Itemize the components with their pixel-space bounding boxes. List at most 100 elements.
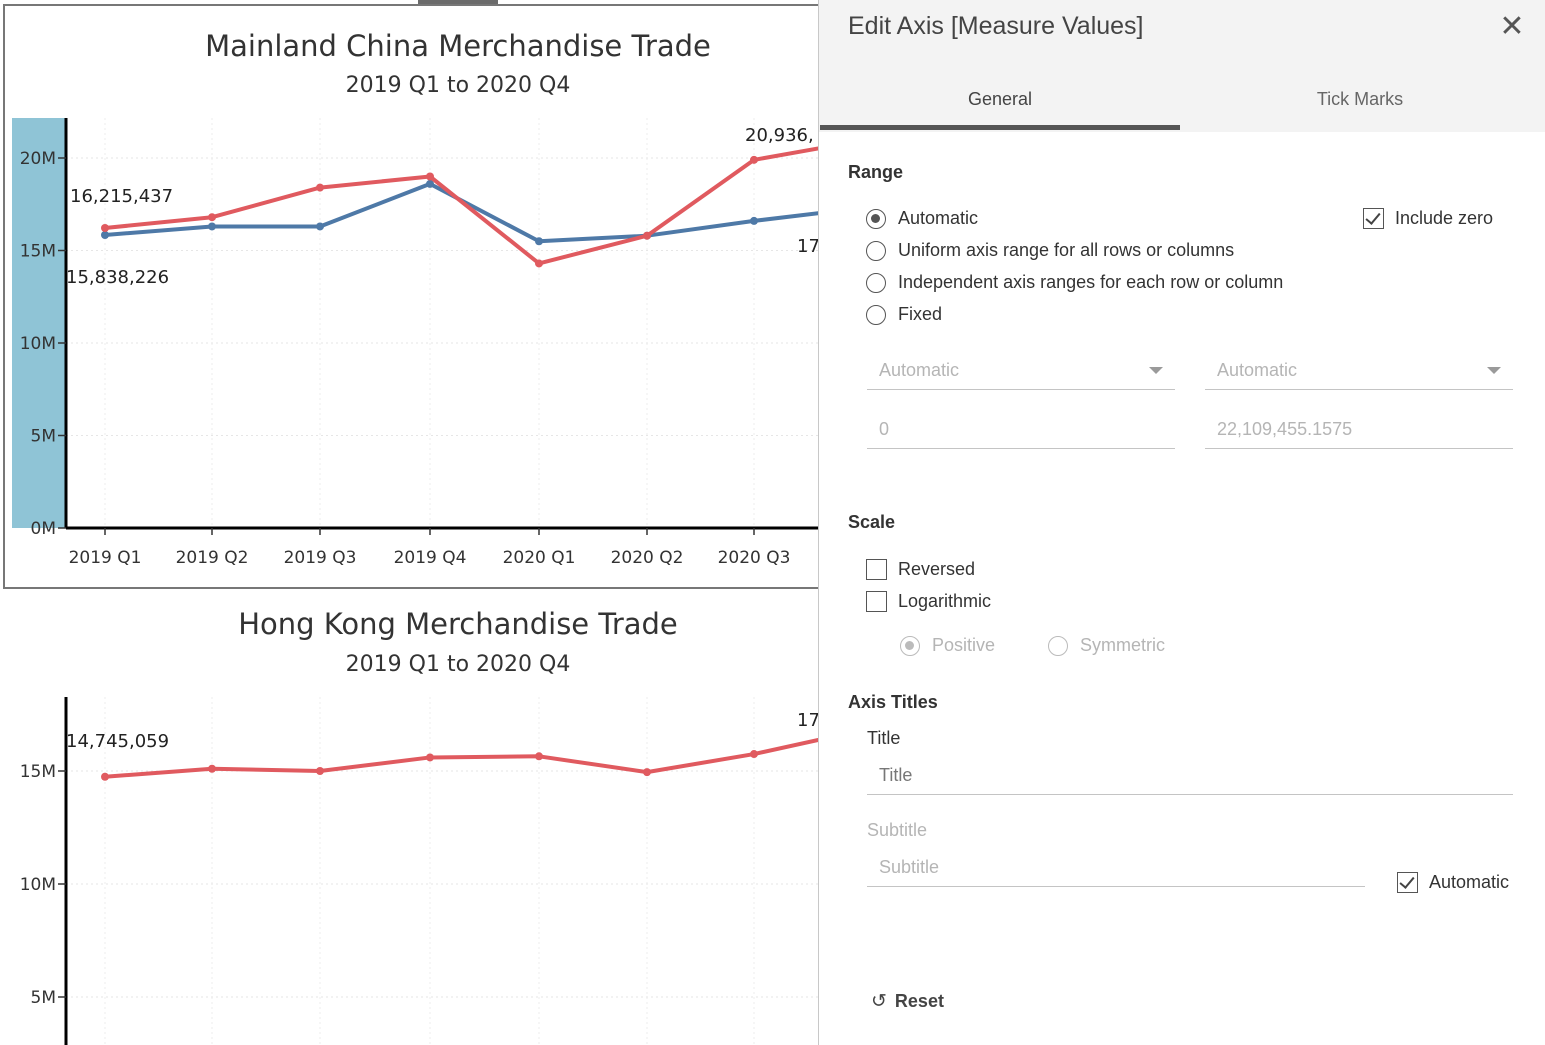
range-option-independent[interactable]: Independent axis ranges for each row or …	[866, 272, 1283, 293]
logarithmic-label: Logarithmic	[898, 591, 992, 611]
y-tick-label: 5M	[31, 988, 56, 1008]
data-point[interactable]	[426, 172, 434, 181]
range-end-mode-dropdown[interactable]: Automatic	[1205, 350, 1513, 390]
chart-subtitle: 2019 Q1 to 2020 Q4	[346, 652, 571, 677]
data-point[interactable]	[535, 752, 543, 761]
y-tick-label: 10M	[20, 334, 56, 354]
tab-general[interactable]: General	[820, 80, 1180, 130]
include-zero-label: Include zero	[1395, 208, 1494, 228]
subtitle-field[interactable]	[867, 847, 1365, 887]
log-symmetric-option[interactable]: Symmetric	[1048, 635, 1165, 656]
data-point[interactable]	[643, 231, 651, 240]
data-point[interactable]	[535, 237, 543, 246]
range-option-label: Uniform axis range for all rows or colum…	[898, 240, 1235, 260]
y-tick-label: 20M	[20, 149, 56, 169]
positive-label: Positive	[932, 635, 996, 655]
range-start-value-field[interactable]: 0	[867, 409, 1175, 449]
data-point[interactable]	[208, 764, 216, 773]
range-start-mode-value: Automatic	[879, 360, 960, 380]
checkbox-checked-icon[interactable]	[1397, 872, 1418, 893]
radio-selected-icon[interactable]	[866, 208, 886, 229]
checkbox-checked-icon[interactable]	[1363, 208, 1384, 229]
data-point[interactable]	[750, 155, 758, 164]
title-input[interactable]	[879, 765, 1482, 786]
range-option-label: Independent axis ranges for each row or …	[898, 272, 1284, 292]
radio-icon[interactable]	[866, 304, 886, 325]
axis-titles-section-label: Axis Titles	[848, 692, 938, 712]
range-start-mode-dropdown[interactable]: Automatic	[867, 350, 1175, 390]
data-point[interactable]	[750, 216, 758, 225]
data-point[interactable]	[316, 222, 324, 231]
chevron-down-icon	[1149, 367, 1163, 374]
x-tick-label: 2019 Q3	[284, 548, 357, 568]
tab-tick-marks[interactable]: Tick Marks	[1180, 80, 1540, 130]
checkbox-icon[interactable]	[866, 559, 887, 580]
x-tick-label: 2019 Q4	[394, 548, 467, 568]
symmetric-label: Symmetric	[1080, 635, 1165, 655]
range-option-fixed[interactable]: Fixed	[866, 304, 942, 325]
chart-title: Hong Kong Merchandise Trade	[238, 607, 678, 641]
data-point[interactable]	[101, 230, 109, 239]
chart-subtitle: 2019 Q1 to 2020 Q4	[346, 73, 571, 98]
radio-selected-icon[interactable]	[900, 635, 920, 656]
range-option-label: Automatic	[898, 208, 979, 228]
y-axis-selected-highlight[interactable]	[12, 118, 66, 528]
subtitle-input[interactable]	[879, 857, 1341, 878]
data-point[interactable]	[750, 750, 758, 759]
data-label: 17	[797, 236, 820, 257]
data-label: 17	[797, 710, 820, 731]
radio-icon[interactable]	[866, 240, 886, 261]
reversed-label: Reversed	[898, 559, 976, 579]
scale-section-label: Scale	[848, 512, 896, 532]
x-tick-label: 2020 Q1	[503, 548, 576, 568]
reset-label: Reset	[894, 991, 944, 1011]
logarithmic-checkbox[interactable]: Logarithmic	[866, 591, 991, 612]
series-line[interactable]	[104, 181, 820, 244]
subtitle-field-label: Subtitle	[867, 820, 928, 840]
y-tick-label: 0M	[31, 519, 56, 539]
range-section-label: Range	[848, 162, 904, 182]
reset-button[interactable]: ↺ Reset	[871, 990, 944, 1013]
subtitle-automatic-checkbox[interactable]: Automatic	[1397, 872, 1509, 893]
data-point[interactable]	[535, 259, 543, 268]
range-option-label: Fixed	[898, 304, 943, 324]
title-field-label: Title	[867, 728, 901, 748]
y-tick-label: 10M	[20, 875, 56, 895]
data-label: 14,745,059	[66, 731, 169, 752]
data-label: 15,838,226	[66, 267, 169, 288]
log-positive-option[interactable]: Positive	[900, 635, 995, 656]
data-label: 16,215,437	[70, 186, 173, 207]
dialog-title: Edit Axis [Measure Values]	[848, 12, 1144, 40]
data-point[interactable]	[208, 213, 216, 222]
x-tick-label: 2019 Q2	[176, 548, 249, 568]
checkbox-icon[interactable]	[866, 591, 887, 612]
close-icon[interactable]: ✕	[1495, 10, 1529, 44]
active-tab-indicator	[820, 125, 1180, 130]
range-option-automatic[interactable]: Automatic	[866, 208, 978, 229]
reversed-checkbox[interactable]: Reversed	[866, 559, 975, 580]
range-option-uniform[interactable]: Uniform axis range for all rows or colum…	[866, 240, 1234, 261]
automatic-label: Automatic	[1429, 872, 1510, 892]
edit-axis-dialog: Edit Axis [Measure Values] ✕ General Tic…	[818, 0, 1545, 1045]
data-point[interactable]	[316, 767, 324, 775]
data-label: 20,936,	[745, 125, 814, 146]
title-field[interactable]	[867, 755, 1513, 795]
x-tick-label: 2020 Q2	[611, 548, 684, 568]
data-point[interactable]	[316, 183, 324, 192]
data-point[interactable]	[101, 772, 109, 781]
charts-canvas: Mainland China Merchandise Trade 2019 Q1 …	[3, 4, 820, 1045]
data-point[interactable]	[426, 753, 434, 762]
range-end-mode-value: Automatic	[1217, 360, 1298, 380]
include-zero-checkbox[interactable]: Include zero	[1363, 208, 1493, 229]
y-tick-label: 5M	[31, 427, 56, 447]
data-point[interactable]	[208, 222, 216, 231]
range-end-value-field[interactable]: 22,109,455.1575	[1205, 409, 1513, 449]
radio-icon[interactable]	[1048, 635, 1068, 656]
data-point[interactable]	[101, 224, 109, 233]
chart-title: Mainland China Merchandise Trade	[205, 29, 711, 63]
data-point[interactable]	[643, 768, 651, 777]
reset-icon: ↺	[871, 991, 887, 1012]
worksheet-area: Mainland China Merchandise Trade 2019 Q1 …	[0, 0, 820, 1045]
radio-icon[interactable]	[866, 272, 886, 293]
chevron-down-icon	[1487, 367, 1501, 374]
